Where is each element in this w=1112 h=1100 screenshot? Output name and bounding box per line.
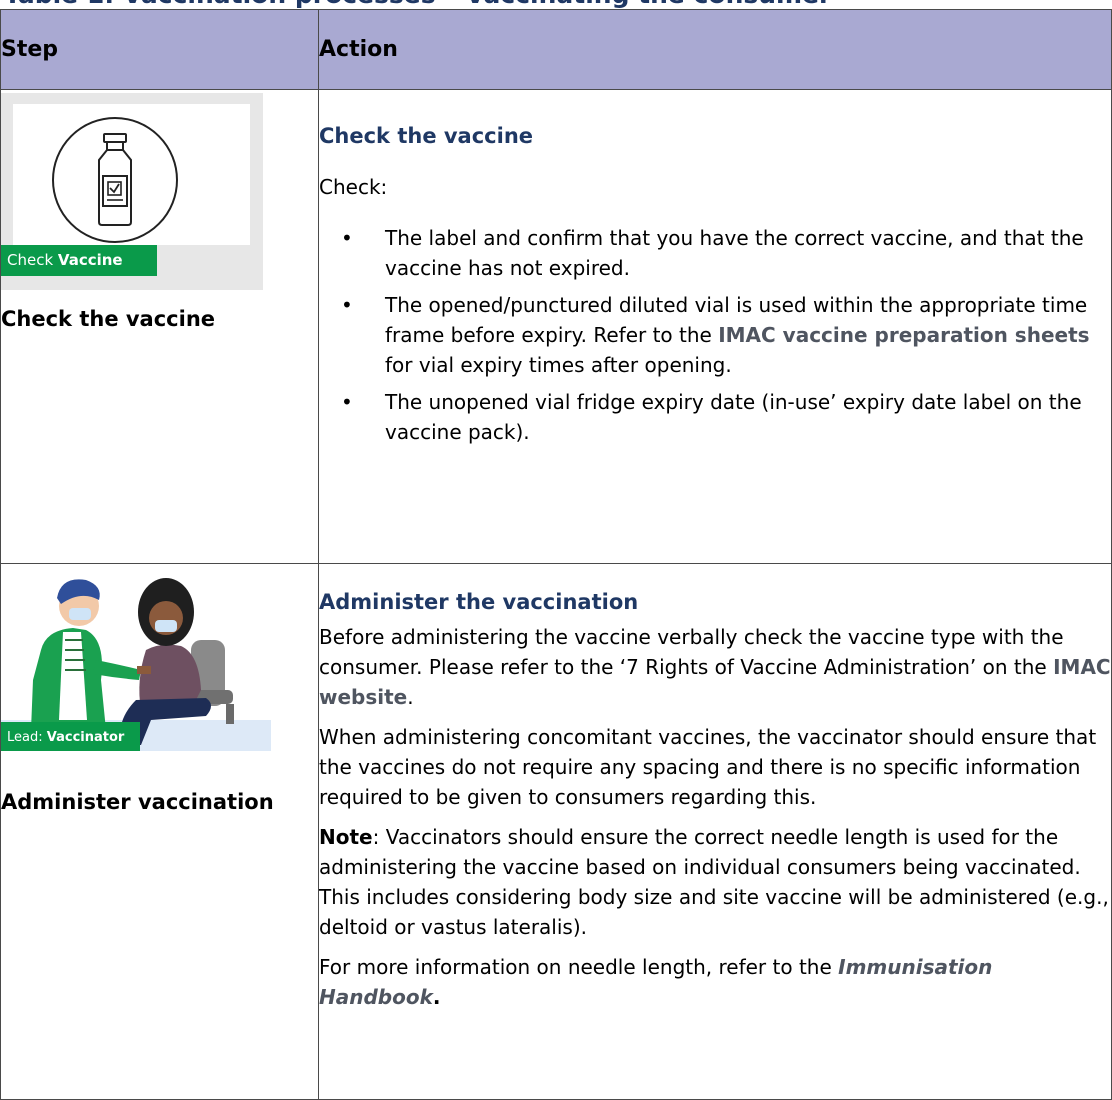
administer-paragraph-1: Before administering the vaccine verball… [319, 625, 1111, 709]
table-row: Lead: Vaccinator Administer vaccination … [0, 563, 1112, 1100]
action-heading-check-vaccine: Check the vaccine [319, 124, 534, 148]
list-item: The label and confirm that you have the … [319, 223, 1111, 283]
header-step: Step [0, 9, 319, 90]
vaccine-vial-icon [52, 117, 178, 243]
list-item: The opened/punctured diluted vial is use… [319, 290, 1111, 380]
step-label-check-vaccine: Check the vaccine [1, 307, 216, 331]
check-intro: Check: [319, 175, 388, 199]
action-cell-check: Check the vaccine Check: The label and c… [318, 89, 1112, 564]
step-cell-administer: Lead: Vaccinator Administer vaccination [0, 563, 319, 1100]
step-cell-check: Check Vaccine Check the vaccine [0, 89, 319, 564]
step-label-administer-vaccination: Administer vaccination [1, 790, 274, 814]
action-cell-administer: Administer the vaccination Before admini… [318, 563, 1112, 1100]
table-title: Table 1: Vaccination processes – Vaccina… [4, 0, 831, 9]
table-header-row: Step Action [0, 9, 1112, 90]
administer-vaccination-image: Lead: Vaccinator [1, 570, 271, 751]
action-heading-administer: Administer the vaccination [319, 590, 639, 614]
table-row: Check Vaccine Check the vaccine Check th… [0, 89, 1112, 564]
header-action: Action [318, 9, 1112, 90]
administer-note: Note: Vaccinators should ensure the corr… [319, 825, 1109, 939]
check-vaccine-image: Check Vaccine [1, 93, 263, 290]
administer-paragraph-2: When administering concomitant vaccines,… [319, 725, 1097, 809]
check-bullet-list: The label and confirm that you have the … [319, 223, 1111, 447]
image-tag-check-vaccine: Check Vaccine [1, 245, 157, 276]
list-item: The unopened vial fridge expiry date (in… [319, 387, 1111, 447]
imac-preparation-sheets-link[interactable]: IMAC vaccine preparation sheets [718, 323, 1089, 347]
image-tag-lead-vaccinator: Lead: Vaccinator [1, 722, 140, 751]
administer-more-info: For more information on needle length, r… [319, 955, 993, 1009]
vaccination-steps-table: Step Action Check Vaccine Check the vacc… [0, 9, 1112, 1100]
